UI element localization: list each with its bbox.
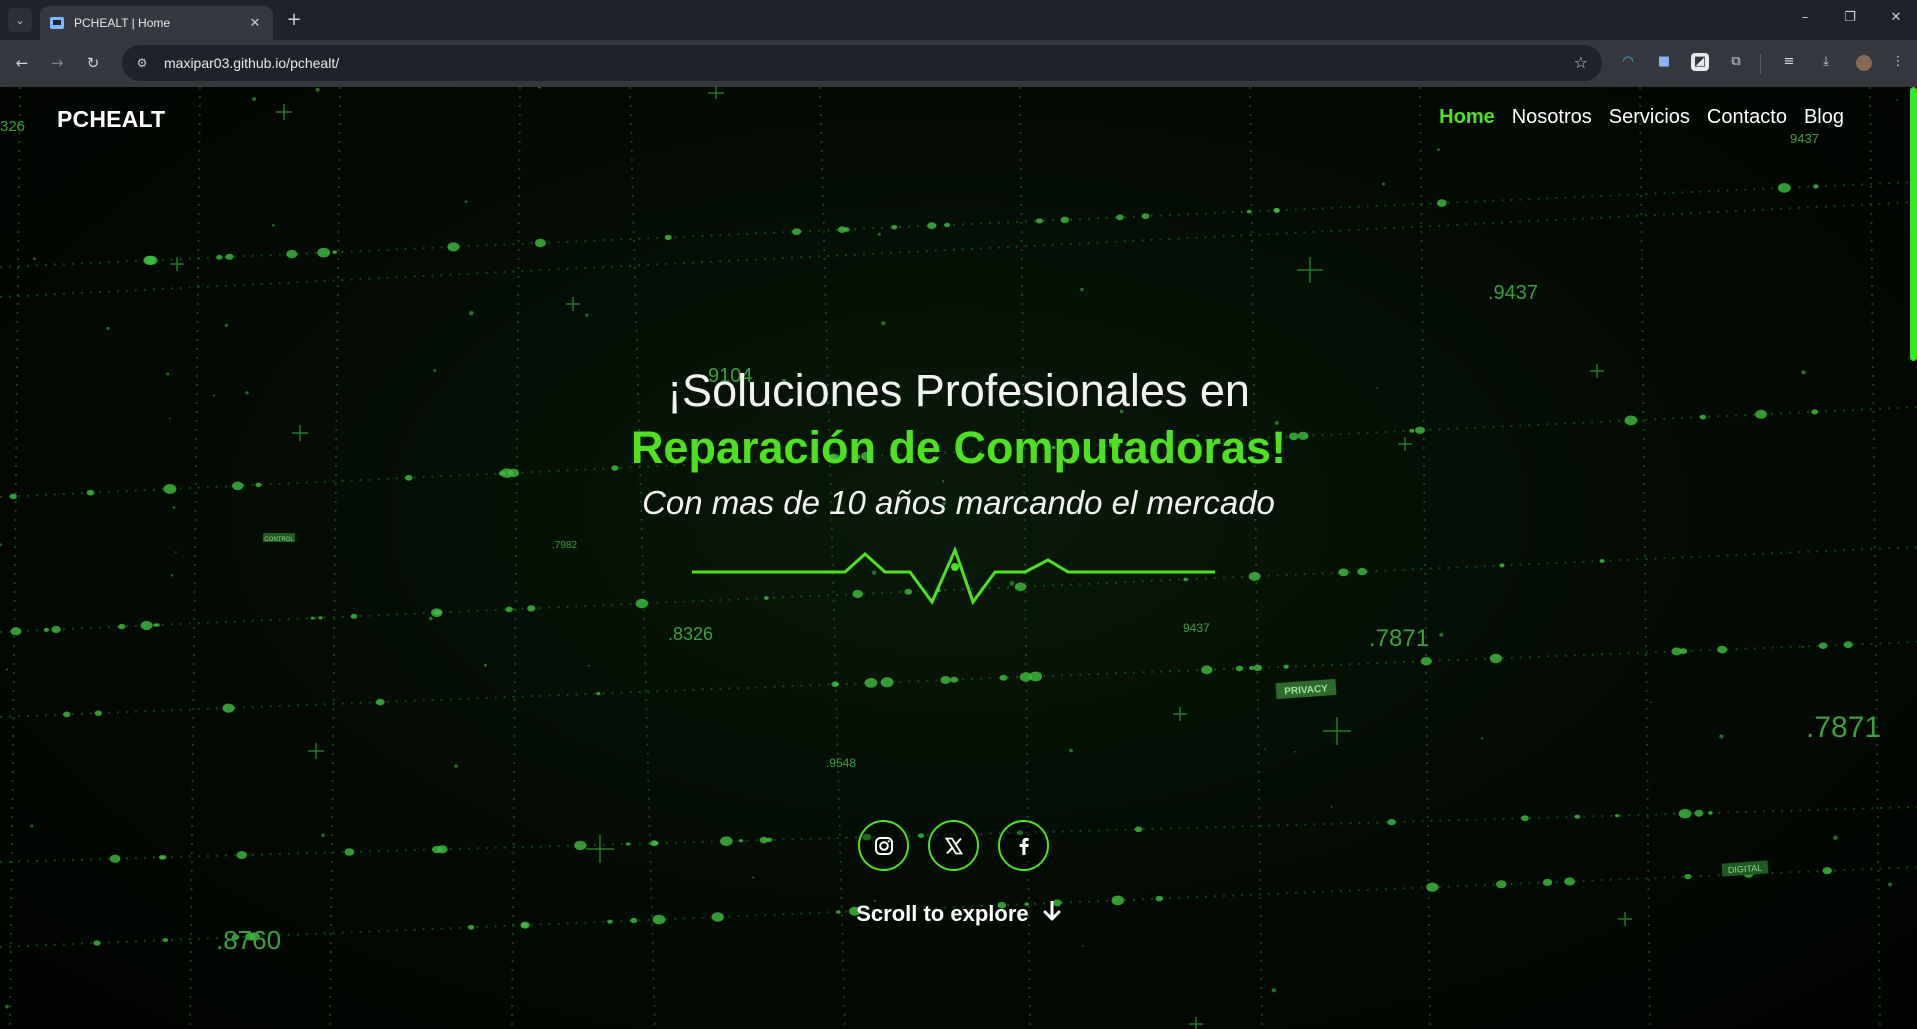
page-viewport: 326 9437 .9437 9104 .7982 .8326 9437 .78… [0, 87, 1917, 1029]
arrow-down-icon [1043, 900, 1061, 927]
favicon-icon [50, 17, 64, 29]
instagram-icon [874, 836, 893, 855]
bookmark-star-icon[interactable]: ☆ [1574, 53, 1588, 72]
restore-button[interactable]: ❐ [1840, 10, 1860, 25]
new-tab-button[interactable]: + [283, 9, 305, 30]
social-links [858, 820, 1049, 871]
reload-icon[interactable]: ↻ [82, 52, 104, 74]
instagram-button[interactable] [858, 820, 909, 871]
browser-chrome: ⌄ PCHEALT | Home ✕ + – ❐ ✕ ← → ↻ ⚙ maxip… [0, 0, 1917, 87]
minimize-button[interactable]: – [1795, 10, 1815, 25]
url-text[interactable]: maxipar03.github.io/pchealt/ [164, 55, 339, 71]
hero-title-line2: Reparación de Computadoras! [630, 422, 1287, 473]
extension-icon[interactable]: ◠ [1619, 53, 1637, 71]
menu-icon[interactable]: ⋮ [1889, 53, 1907, 71]
extension-icon[interactable]: ■ [1655, 53, 1673, 71]
tab-close-icon[interactable]: ✕ [247, 16, 263, 31]
downloads-icon[interactable]: ⤓ [1817, 53, 1835, 71]
back-icon[interactable]: ← [11, 52, 33, 74]
facebook-icon [1019, 837, 1029, 855]
toolbar-divider [1760, 54, 1761, 74]
extension-icon[interactable]: ◩ [1691, 53, 1709, 71]
heartbeat-line-icon [692, 545, 1215, 606]
hero-subtitle: Con mas de 10 años marcando el mercado [642, 484, 1275, 521]
browser-tab[interactable]: PCHEALT | Home ✕ [40, 6, 273, 40]
facebook-button[interactable] [998, 820, 1049, 871]
tab-search-icon[interactable]: ⌄ [8, 8, 32, 32]
media-icon[interactable]: ≡ [1780, 53, 1798, 71]
address-bar[interactable]: ⚙ maxipar03.github.io/pchealt/ ☆ [122, 45, 1602, 81]
forward-icon[interactable]: → [46, 52, 68, 74]
scroll-label: Scroll to explore [856, 901, 1029, 926]
tab-strip: ⌄ PCHEALT | Home ✕ + – ❐ ✕ [0, 0, 1917, 40]
hero-section: ¡Soluciones Profesionales en Reparación … [0, 87, 1917, 1029]
hero-title-line1: ¡Soluciones Profesionales en [667, 365, 1250, 416]
scroll-to-explore[interactable]: Scroll to explore [0, 900, 1917, 927]
browser-toolbar: ← → ↻ ⚙ maxipar03.github.io/pchealt/ ☆ ◠… [0, 40, 1917, 87]
close-window-button[interactable]: ✕ [1886, 10, 1906, 25]
profile-avatar-icon[interactable] [1854, 53, 1874, 73]
tab-title: PCHEALT | Home [74, 16, 171, 30]
site-info-icon[interactable]: ⚙ [132, 56, 152, 70]
x-button[interactable] [928, 820, 979, 871]
x-icon [944, 837, 963, 854]
extensions-puzzle-icon[interactable]: ⧉ [1727, 53, 1745, 71]
